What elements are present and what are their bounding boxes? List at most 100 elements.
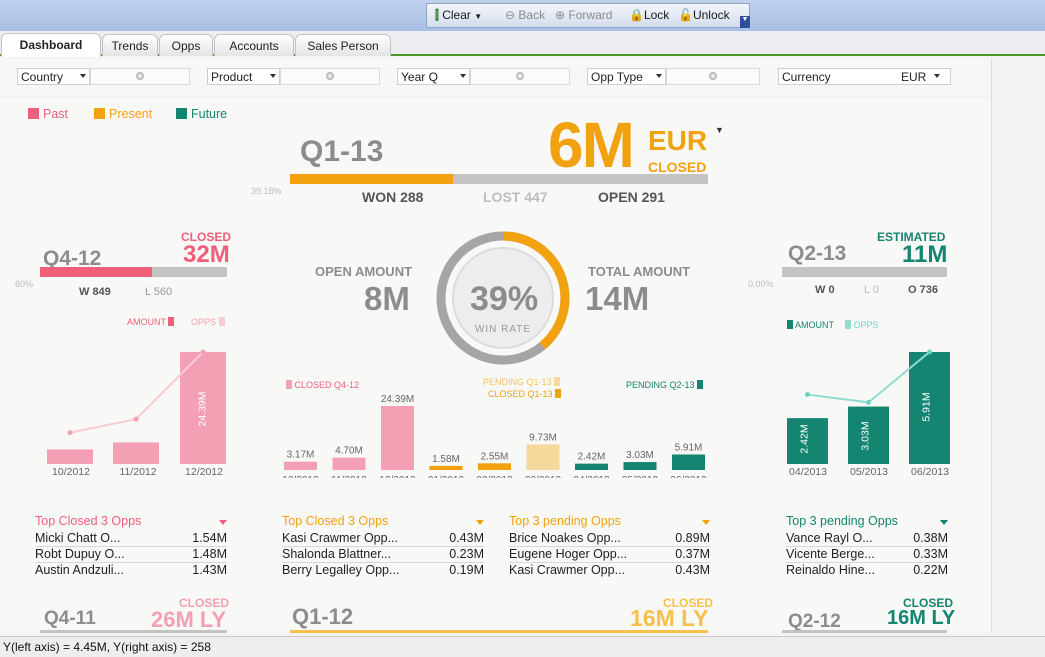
left-opps-point-2 xyxy=(200,349,206,355)
win-rate-value: 39% xyxy=(470,280,539,318)
sort-icon[interactable] xyxy=(219,520,227,525)
tab-opps[interactable]: Opps xyxy=(159,34,213,56)
right-open: O 736 xyxy=(908,284,938,296)
total-amount-label: TOTAL AMOUNT xyxy=(588,264,691,279)
bottom-center-bar xyxy=(290,630,708,633)
table-title: Top Closed 3 Opps xyxy=(282,514,484,528)
chevron-down-icon[interactable]: ▼ xyxy=(474,12,482,21)
open-amount-label: OPEN AMOUNT xyxy=(315,264,413,279)
center-bar-5 xyxy=(526,444,560,470)
center-closed-label: CLOSED xyxy=(648,159,707,175)
tab-sales-person[interactable]: Sales Person xyxy=(295,34,391,56)
center-currency: EUR xyxy=(648,125,708,156)
table-row[interactable]: Vance Rayl O... 0.38M xyxy=(786,531,948,547)
sort-icon[interactable] xyxy=(702,520,710,525)
right-side-pct: 0.00% xyxy=(748,279,774,289)
left-tick-label: 12/2012 xyxy=(185,466,223,478)
center-bar-value-label: 5.91M xyxy=(675,442,703,453)
forward-button[interactable]: ⊕ Forward xyxy=(555,8,612,22)
chevron-down-icon xyxy=(934,74,940,78)
right-bar-value-label: 3.03M xyxy=(859,421,872,451)
bottom-center-amount: 16M LY xyxy=(630,605,709,631)
selection-toolbar: ⫿ Clear ▼ ⊖ Back ⊕ Forward 🔒Lock 🔓Unlock… xyxy=(426,3,750,28)
table-row[interactable]: Reinaldo Hine... 0.22M xyxy=(786,563,948,579)
tab-accounts[interactable]: Accounts xyxy=(214,34,294,56)
legend-swatch xyxy=(176,108,187,119)
center-lost: LOST 447 xyxy=(483,189,548,205)
left-side-pct: 60% xyxy=(15,279,34,289)
legend-swatch xyxy=(168,317,175,326)
table-row[interactable]: Kasi Crawmer Opp... 0.43M xyxy=(509,563,710,579)
country-search[interactable] xyxy=(90,68,190,85)
center-menu-icon[interactable]: ▼ xyxy=(715,125,724,135)
left-closed-amount: 32M xyxy=(183,241,230,268)
right-win-bar-track xyxy=(782,267,947,277)
center-tick-label: 06/2013 xyxy=(670,475,707,478)
legend-future[interactable]: Future xyxy=(176,107,227,121)
table-row[interactable]: Brice Noakes Opp... 0.89M xyxy=(509,531,710,547)
center-bar-7 xyxy=(623,462,657,470)
left-lost: L 560 xyxy=(145,286,173,298)
center-tick-label: 12/2012 xyxy=(379,475,416,478)
left-top-opps-table: Top Closed 3 Opps Micki Chatt O... 1.54M … xyxy=(35,514,227,579)
product-filter[interactable]: Product xyxy=(207,68,280,85)
bottom-left-bar xyxy=(40,630,227,633)
legend-swatch xyxy=(845,320,851,329)
chevron-down-icon xyxy=(80,74,86,78)
year-q-filter[interactable]: Year Q xyxy=(397,68,470,85)
center-bar-value-label: 4.70M xyxy=(335,446,363,457)
sort-icon[interactable] xyxy=(476,520,484,525)
toolbar-menu-icon[interactable]: ▼ xyxy=(740,16,750,28)
table-row[interactable]: Eugene Hoger Opp... 0.37M xyxy=(509,547,710,563)
center-bar-value-label: 2.55M xyxy=(481,451,509,462)
center-side-pct: 39.18% xyxy=(251,186,282,196)
status-bar: Y(left axis) = 4.45M, Y(right axis) = 25… xyxy=(0,636,1045,657)
clear-button[interactable]: ⫿ Clear ▼ xyxy=(435,8,482,23)
table-row[interactable]: Micki Chatt O... 1.54M xyxy=(35,531,227,547)
right-tick-label: 04/2013 xyxy=(789,466,827,478)
legend-present[interactable]: Present xyxy=(94,107,152,121)
year-q-search[interactable] xyxy=(470,68,570,85)
lock-icon: 🔒 xyxy=(629,8,644,22)
center-right-top-opps-table: Top 3 pending Opps Brice Noakes Opp... 0.… xyxy=(509,514,710,579)
search-dot-icon xyxy=(136,72,144,80)
legend-past[interactable]: Past xyxy=(28,107,68,121)
chevron-down-icon xyxy=(270,74,276,78)
clear-icon: ⫿ xyxy=(435,8,439,22)
lock-button[interactable]: 🔒Lock xyxy=(629,8,669,22)
right-bar-value-label: 5.91M xyxy=(920,392,933,422)
left-win-bar-track xyxy=(40,267,227,277)
opp-type-filter[interactable]: Opp Type xyxy=(587,68,666,85)
table-row[interactable]: Vicente Berge... 0.33M xyxy=(786,547,948,563)
opp-type-search[interactable] xyxy=(666,68,760,85)
dashboard-canvas: Past Present Future 39.18% Q1-13 6M EUR … xyxy=(0,98,991,633)
chevron-down-icon xyxy=(460,74,466,78)
table-row[interactable]: Shalonda Blattner... 0.23M xyxy=(282,547,484,563)
back-button[interactable]: ⊖ Back xyxy=(505,8,545,22)
right-lost: L 0 xyxy=(864,284,879,296)
left-won: W 849 xyxy=(79,286,111,298)
tab-trends[interactable]: Trends xyxy=(102,34,158,56)
center-bar-8 xyxy=(672,454,705,470)
table-row[interactable]: Kasi Crawmer Opp... 0.43M xyxy=(282,531,484,547)
tab-dashboard[interactable]: Dashboard xyxy=(1,33,101,57)
table-row[interactable]: Berry Legalley Opp... 0.19M xyxy=(282,563,484,579)
center-bar-1 xyxy=(332,457,366,470)
unlock-button[interactable]: 🔓Unlock xyxy=(678,8,730,22)
left-tick-label: 10/2012 xyxy=(52,466,90,478)
table-row[interactable]: Robt Dupuy O... 1.48M xyxy=(35,547,227,563)
product-search[interactable] xyxy=(280,68,380,85)
center-win-bar-fill xyxy=(290,174,454,184)
currency-filter[interactable]: Currency EUR xyxy=(778,68,951,85)
table-row[interactable]: Austin Andzuli... 1.43M xyxy=(35,563,227,579)
table-title: Top Closed 3 Opps xyxy=(35,514,227,528)
search-dot-icon xyxy=(326,72,334,80)
left-opps-legend: OPPS xyxy=(191,317,225,327)
bottom-right-amount: 16M LY xyxy=(887,607,956,629)
bottom-right-bar xyxy=(782,630,947,633)
sort-icon[interactable] xyxy=(940,520,948,525)
center-bar-3 xyxy=(429,465,463,470)
center-bar-value-label: 3.17M xyxy=(287,450,315,461)
country-filter[interactable]: Country xyxy=(17,68,90,85)
search-dot-icon xyxy=(516,72,524,80)
